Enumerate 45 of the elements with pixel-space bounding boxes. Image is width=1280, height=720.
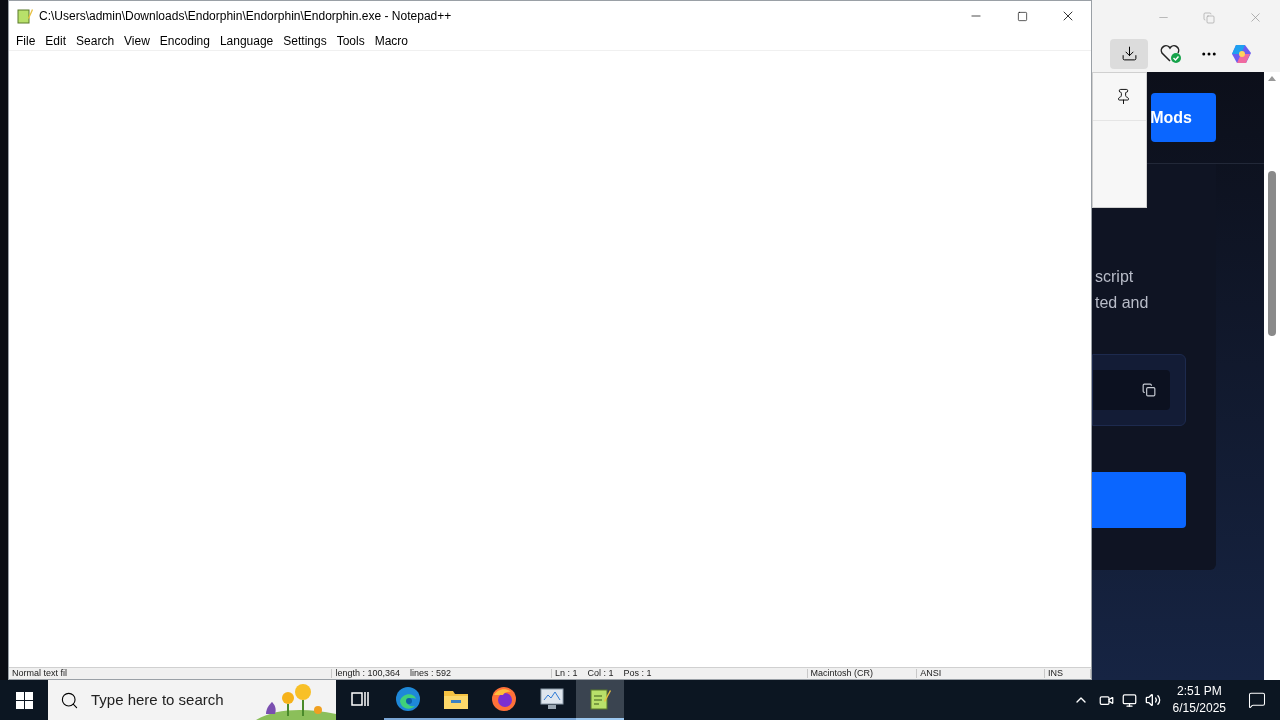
downloads-button[interactable]	[1110, 38, 1148, 69]
menu-item[interactable]: File	[11, 31, 41, 50]
status-text: length : 100,364 lines : 592	[332, 669, 552, 678]
menu-item[interactable]: Tools	[331, 31, 370, 50]
notepad-icon	[588, 687, 612, 711]
task-view-icon	[350, 689, 370, 709]
clock[interactable]: 2:51 PM 6/15/2025	[1164, 683, 1234, 717]
menu-item[interactable]: Settings	[278, 31, 332, 50]
window-title: C:\Users\admin\Downloads\Endorphin\Endorphin\Endorphin.exe - Notepad++	[39, 8, 452, 25]
page-text: script	[1094, 267, 1135, 287]
status-text: INS	[1045, 669, 1091, 678]
status-text: Macintosh (CR)	[807, 669, 918, 678]
menu-item[interactable]: Search	[71, 31, 120, 50]
clock-time: 2:51 PM	[1176, 683, 1222, 700]
menu-item[interactable]: Macro	[369, 31, 413, 50]
pin-icon[interactable]	[1115, 88, 1132, 105]
page-text: ted and	[1094, 293, 1150, 313]
clock-date: 6/15/2025	[1172, 700, 1226, 717]
search-placeholder: Type here to search	[91, 689, 224, 710]
windows-icon	[15, 691, 33, 709]
firefox-icon	[491, 686, 517, 712]
menu-item[interactable]: Edit	[40, 31, 72, 50]
heart-check-icon[interactable]	[1160, 43, 1182, 64]
folder-icon	[443, 688, 469, 710]
status-text: Normal text fil	[9, 669, 333, 678]
network-icon[interactable]	[1121, 692, 1137, 708]
code-field[interactable]	[1093, 370, 1170, 410]
scrollbar-thumb[interactable]	[1268, 171, 1276, 336]
menu-item[interactable]: View	[119, 31, 155, 50]
monitor-icon	[539, 687, 565, 711]
browser-icon	[395, 686, 421, 712]
status-text: Ln : 1 Col : 1 Pos : 1	[552, 669, 808, 678]
maximize-icon	[1016, 10, 1028, 22]
search-box[interactable]: Type here to search	[48, 680, 336, 720]
mods-button[interactable]: Mods	[1151, 93, 1216, 142]
taskbar-app[interactable]	[576, 680, 624, 720]
download-icon	[1120, 45, 1138, 62]
scroll-up-icon[interactable]	[1268, 76, 1276, 81]
search-icon	[60, 690, 79, 710]
copy-icon[interactable]	[1142, 383, 1156, 397]
menu-item[interactable]: Language	[214, 31, 279, 50]
volume-icon[interactable]	[1144, 692, 1161, 708]
status-text: ANSI	[917, 669, 1046, 678]
notepad-icon	[17, 8, 33, 24]
menu-item[interactable]: Encoding	[154, 31, 215, 50]
